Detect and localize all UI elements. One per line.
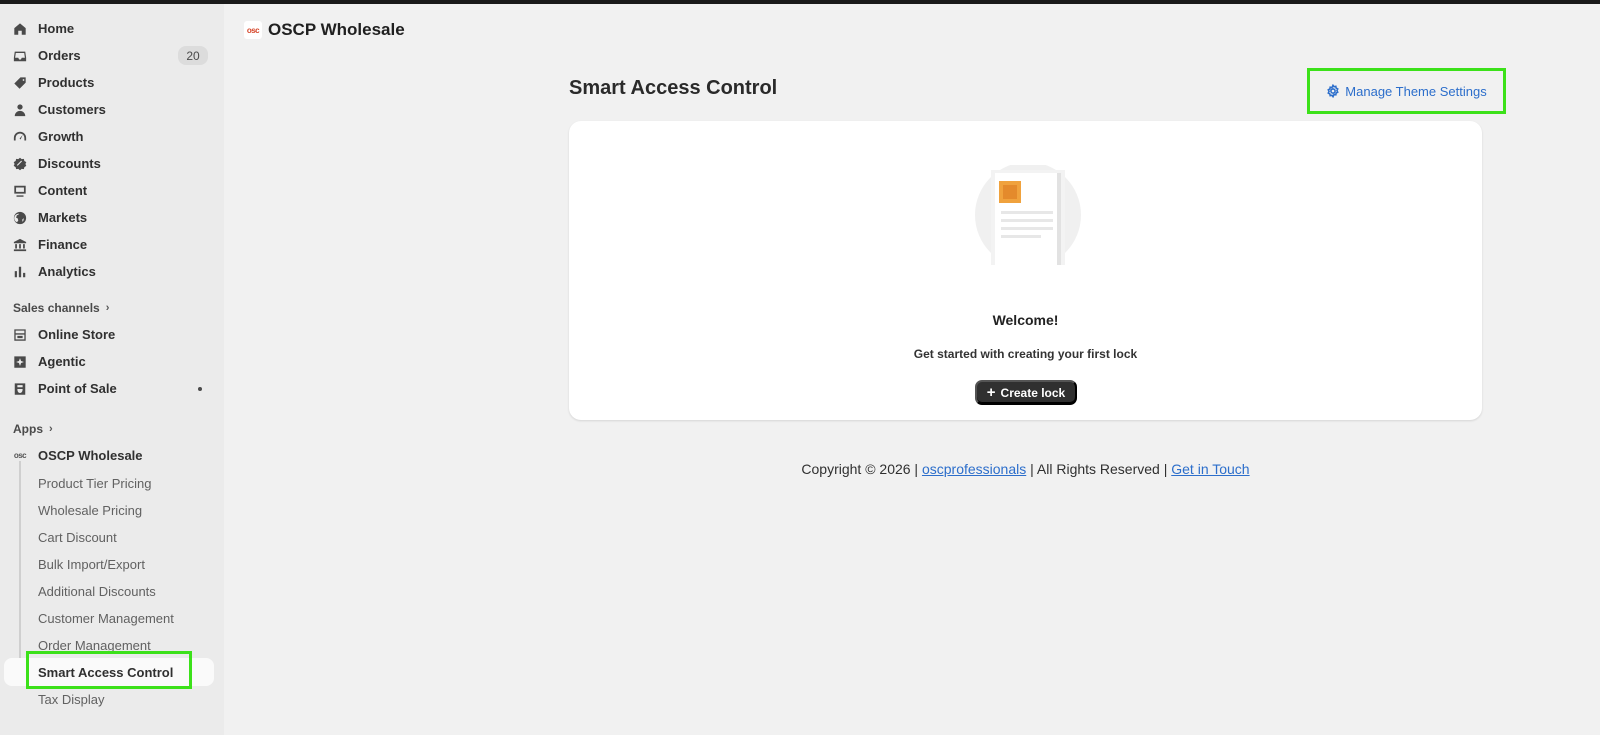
app-header: osc OSCP Wholesale (244, 20, 405, 40)
app-logo: osc (244, 21, 262, 39)
apps-label: Apps (13, 422, 43, 436)
subitem-wholesale-pricing[interactable]: Wholesale Pricing (38, 497, 142, 524)
top-bar (0, 0, 1600, 4)
sidebar-item-label: Customers (38, 102, 106, 117)
app-title: OSCP Wholesale (268, 20, 405, 39)
sidebar-item-label: Home (38, 21, 75, 36)
sidebar-item-label: Agentic (38, 354, 86, 369)
sidebar-item-growth[interactable]: Growth (0, 123, 224, 150)
sidebar-item-label: Content (38, 183, 88, 198)
gear-icon (1327, 84, 1340, 98)
sidebar-item-label: Orders (38, 48, 81, 63)
get-in-touch-link[interactable]: Get in Touch (1171, 461, 1249, 477)
manage-theme-settings-link[interactable]: Manage Theme Settings (1307, 68, 1506, 114)
subitem-product-tier-pricing[interactable]: Product Tier Pricing (38, 470, 151, 497)
welcome-heading: Welcome! (992, 312, 1059, 328)
subitem-order-management[interactable]: Order Management (38, 632, 151, 659)
sidebar-item-agentic[interactable]: Agentic (0, 348, 224, 375)
sidebar-item-label: Markets (38, 210, 88, 225)
person-icon (12, 102, 28, 118)
orders-count-badge: 20 (178, 46, 208, 65)
subitem-tax-display[interactable]: Tax Display (38, 686, 104, 713)
gauge-icon (12, 129, 28, 145)
bar-chart-icon (12, 264, 28, 280)
content-icon (12, 183, 28, 199)
chevron-right-icon: › (49, 423, 53, 435)
bank-icon (12, 237, 28, 253)
subitem-bulk-import-export[interactable]: Bulk Import/Export (38, 551, 145, 578)
agentic-icon (12, 354, 28, 370)
store-icon (12, 327, 28, 343)
subitem-smart-access-control[interactable]: Smart Access Control (38, 659, 173, 686)
globe-icon (12, 210, 28, 226)
subitem-customer-management[interactable]: Customer Management (38, 605, 174, 632)
home-icon (12, 21, 28, 37)
sidebar-item-label: Online Store (38, 327, 116, 342)
inbox-icon (12, 48, 28, 64)
chevron-right-icon: › (105, 302, 110, 314)
sidebar-item-label: Point of Sale (38, 381, 117, 396)
page-title: Smart Access Control (569, 77, 778, 99)
sidebar-item-label: Discounts (38, 156, 101, 171)
welcome-card: Welcome! Get started with creating your … (569, 121, 1482, 420)
document-illustration-icon (975, 165, 1081, 265)
plus-icon: + (986, 384, 996, 401)
sidebar-item-label: Growth (38, 129, 84, 144)
sidebar-item-finance[interactable]: Finance (0, 231, 224, 258)
sidebar-item-point-of-sale[interactable]: Point of Sale (0, 375, 224, 402)
create-lock-button[interactable]: + Create lock (975, 380, 1077, 405)
sidebar-item-label: Analytics (38, 264, 96, 279)
sidebar-item-products[interactable]: Products (0, 69, 224, 96)
manage-link-label: Manage Theme Settings (1345, 83, 1487, 99)
sales-channels-header[interactable]: Sales channels › (13, 301, 109, 315)
tag-icon (12, 75, 28, 91)
sidebar-item-oscp-wholesale[interactable]: osc OSCP Wholesale (0, 442, 224, 469)
sidebar-item-content[interactable]: Content (0, 177, 224, 204)
copyright-text: Copyright © 2026 | (801, 461, 919, 477)
subitem-additional-discounts[interactable]: Additional Discounts (38, 578, 156, 605)
sales-channels-label: Sales channels (13, 301, 100, 315)
sidebar-item-customers[interactable]: Customers (0, 96, 224, 123)
oscprofessionals-link[interactable]: oscprofessionals (922, 461, 1026, 477)
sidebar-item-label: Products (38, 75, 95, 90)
sidebar-item-discounts[interactable]: Discounts (0, 150, 224, 177)
rights-text: | All Rights Reserved | (1030, 461, 1168, 477)
discount-icon (12, 156, 28, 172)
sidebar-item-home[interactable]: Home (0, 15, 224, 42)
subnav-guide-line (19, 461, 21, 673)
sidebar-item-label: Finance (38, 237, 88, 252)
apps-header[interactable]: Apps › (13, 422, 53, 436)
pos-icon (12, 381, 28, 397)
sidebar-item-online-store[interactable]: Online Store (0, 321, 224, 348)
sidebar-item-markets[interactable]: Markets (0, 204, 224, 231)
footer: Copyright © 2026 | oscprofessionals | Al… (569, 461, 1482, 477)
sidebar-item-analytics[interactable]: Analytics (0, 258, 224, 285)
subitem-cart-discount[interactable]: Cart Discount (38, 524, 117, 551)
sidebar-item-orders[interactable]: Orders 20 (0, 42, 224, 69)
sidebar-item-label: OSCP Wholesale (38, 448, 143, 463)
status-dot (198, 387, 202, 391)
welcome-subtitle: Get started with creating your first loc… (913, 347, 1138, 361)
create-lock-label: Create lock (1000, 385, 1066, 400)
